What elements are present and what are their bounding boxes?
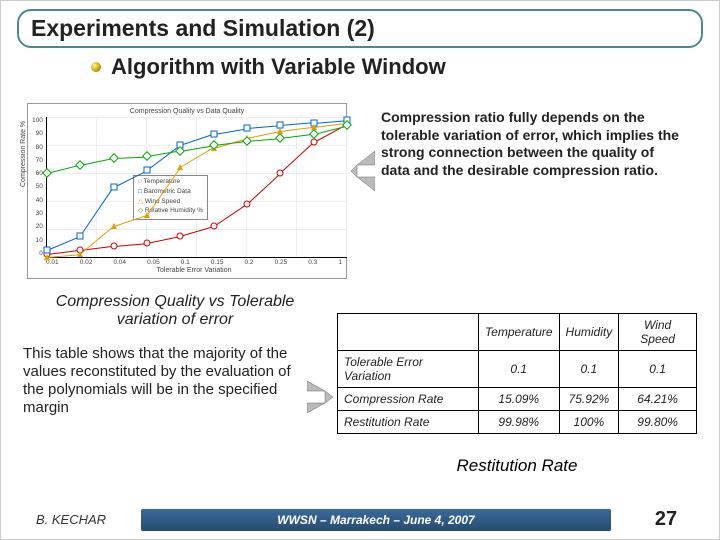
footer: B. KECHAR WWSN – Marrakech – June 4, 200… (1, 508, 720, 531)
event-label: WWSN – Marrakech – June 4, 2007 (141, 509, 611, 531)
table-header-row: Temperature Humidity Wind Speed (338, 314, 697, 351)
x-ticks: 0.01 0.02 0.04 0.05 0.1 0.15 0.2 0.25 0.… (46, 259, 342, 266)
page-number: 27 (611, 508, 720, 531)
slide: Experiments and Simulation (2) Algorithm… (0, 0, 720, 540)
bullet-icon (91, 62, 101, 72)
chart-title: Compression Quality vs Data Quality (32, 108, 342, 115)
arrow-left-icon (351, 151, 375, 191)
subtitle-row: Algorithm with Variable Window (91, 54, 719, 80)
y-ticks: 100 90 80 70 60 50 40 30 20 10 0 (32, 117, 43, 257)
chart-caption: Compression Quality vs Tolerable variati… (25, 293, 325, 329)
author-name: B. KECHAR (1, 512, 141, 527)
table-row: Restitution Rate 99.98% 100% 99.80% (338, 411, 697, 434)
arrow-right-icon (307, 381, 333, 413)
y-axis-label: Compression Rate % (20, 121, 27, 187)
table-row: Tolerable Error Variation 0.1 0.1 0.1 (338, 351, 697, 388)
table-description: This table shows that the majority of th… (23, 345, 313, 417)
chart-frame: Compression Quality vs Data Quality 100 … (27, 103, 347, 279)
results-table: Temperature Humidity Wind Speed Tolerabl… (337, 313, 697, 434)
explanation-text: Compression ratio fully depends on the t… (381, 109, 681, 179)
plot-area: ○ Temperature □ Barometric Data △ Wind S… (46, 117, 347, 258)
subtitle: Algorithm with Variable Window (111, 54, 446, 80)
x-axis-label: Tolerable Error Variation (46, 267, 342, 274)
chart-container: Compression Quality vs Data Quality 100 … (27, 103, 347, 279)
restitution-title: Restitution Rate (337, 456, 697, 476)
table-row: Compression Rate 15.09% 75.92% 64.21% (338, 388, 697, 411)
slide-title: Experiments and Simulation (2) (17, 9, 703, 48)
